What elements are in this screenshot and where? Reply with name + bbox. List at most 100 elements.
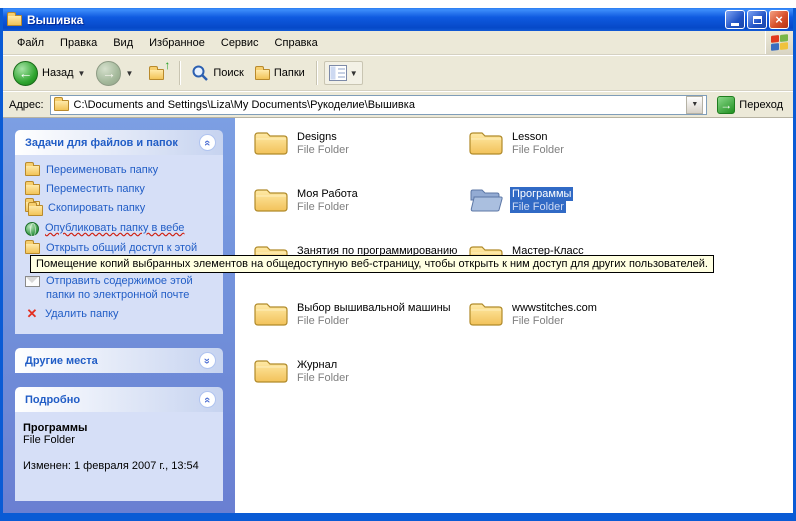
- task-link-copy[interactable]: Скопировать папку: [25, 201, 217, 216]
- other-places-title: Другие места: [25, 355, 98, 367]
- task-link-rename[interactable]: Переименовать папку: [25, 163, 217, 177]
- minimize-icon: [731, 23, 739, 26]
- folder-icon: [253, 356, 289, 386]
- maximize-button[interactable]: [747, 10, 767, 29]
- delete-icon: ✕: [25, 307, 39, 320]
- task-link-delete[interactable]: ✕ Удалить папку: [25, 307, 217, 321]
- up-folder-icon: ↑: [144, 62, 168, 84]
- toolbar-separator: [316, 61, 317, 85]
- copy-folder-icon: [25, 201, 42, 216]
- toolbar: ← Назад ▼ → ▼ ↑ Поиск Папки: [3, 55, 793, 91]
- chevron-down-icon: ▼: [691, 101, 698, 108]
- menu-item-favorites[interactable]: Избранное: [141, 34, 213, 52]
- forward-icon: →: [96, 61, 121, 86]
- menu-item-view[interactable]: Вид: [105, 34, 141, 52]
- file-item-vybor-mashiny[interactable]: Выбор вышивальной машиныFile Folder: [253, 299, 468, 356]
- files-area: DesignsFile Folder LessonFile Folder Моя…: [235, 118, 793, 513]
- collapse-button[interactable]: «: [199, 134, 216, 151]
- views-dropdown-icon[interactable]: ▼: [350, 69, 358, 78]
- details-item-type: File Folder: [23, 434, 215, 446]
- task-link-email[interactable]: Отправить содержимое этой папки по элект…: [25, 274, 217, 302]
- back-button[interactable]: ← Назад ▼: [9, 59, 89, 88]
- publish-web-icon: [25, 222, 39, 236]
- task-link-move[interactable]: Переместить папку: [25, 182, 217, 196]
- toolbar-separator: [179, 61, 180, 85]
- search-button[interactable]: Поиск: [187, 62, 247, 84]
- task-pane: Задачи для файлов и папок « Переименоват…: [3, 118, 235, 513]
- back-label: Назад: [42, 67, 74, 79]
- maximize-icon: [753, 16, 762, 24]
- menu-item-edit[interactable]: Правка: [52, 34, 105, 52]
- close-button[interactable]: ×: [769, 10, 789, 29]
- open-folder-selected-icon: [468, 185, 504, 215]
- chevron-down-icon: «: [202, 357, 214, 363]
- share-folder-icon: [25, 243, 40, 254]
- file-item-lesson[interactable]: LessonFile Folder: [468, 128, 683, 185]
- go-label: Переход: [739, 99, 783, 111]
- address-path: C:\Documents and Settings\Liza\My Docume…: [74, 99, 415, 111]
- chevron-up-icon: «: [202, 139, 214, 145]
- minimize-button[interactable]: [725, 10, 745, 29]
- folder-icon: [253, 185, 289, 215]
- move-folder-icon: [25, 184, 40, 195]
- chevron-up-icon: «: [202, 396, 214, 402]
- windows-logo-block: [765, 31, 793, 54]
- back-icon: ←: [13, 61, 38, 86]
- file-item-zhurnal[interactable]: ЖурналFile Folder: [253, 356, 468, 413]
- folder-icon: [253, 128, 289, 158]
- address-label: Адрес:: [9, 99, 44, 111]
- panel-details: Подробно « Программы File Folder Изменен…: [15, 387, 223, 501]
- address-input[interactable]: C:\Documents and Settings\Liza\My Docume…: [50, 95, 708, 115]
- task-link-publish-web[interactable]: Опубликовать папку в вебе: [25, 221, 217, 236]
- folders-button[interactable]: Папки: [251, 65, 309, 82]
- views-icon: [329, 65, 347, 81]
- menu-item-file[interactable]: Файл: [9, 34, 52, 52]
- panel-other-places: Другие места «: [15, 348, 223, 373]
- close-icon: ×: [775, 12, 783, 27]
- file-item-programmy[interactable]: ПрограммыFile Folder: [468, 185, 683, 242]
- folder-icon: [468, 299, 504, 329]
- go-button[interactable]: → Переход: [713, 96, 787, 114]
- panel-file-tasks: Задачи для файлов и папок « Переименоват…: [15, 130, 223, 334]
- collapse-button[interactable]: «: [199, 391, 216, 408]
- file-item-moya-rabota[interactable]: Моя РаботаFile Folder: [253, 185, 468, 242]
- forward-button[interactable]: → ▼: [92, 59, 137, 88]
- forward-dropdown-icon[interactable]: ▼: [125, 69, 133, 78]
- folder-icon: [468, 128, 504, 158]
- details-body: Программы File Folder Изменен: 1 февраля…: [15, 412, 223, 501]
- file-tasks-header[interactable]: Задачи для файлов и папок «: [15, 130, 223, 155]
- menubar: Файл Правка Вид Избранное Сервис Справка: [3, 31, 793, 55]
- folders-icon: [255, 69, 270, 80]
- file-item-wwwstitches[interactable]: wwwstitches.comFile Folder: [468, 299, 683, 356]
- menu-item-tools[interactable]: Сервис: [213, 34, 267, 52]
- details-item-name: Программы: [23, 422, 215, 434]
- details-item-modified: Изменен: 1 февраля 2007 г., 13:54: [23, 460, 215, 472]
- titlebar[interactable]: Вышивка ×: [3, 8, 793, 31]
- search-label: Поиск: [213, 67, 243, 79]
- go-icon: →: [717, 96, 735, 114]
- main-content: Задачи для файлов и папок « Переименоват…: [3, 118, 793, 513]
- file-tasks-title: Задачи для файлов и папок: [25, 137, 178, 149]
- folders-label: Папки: [274, 67, 305, 79]
- up-button[interactable]: ↑: [140, 60, 172, 86]
- search-icon: [191, 64, 209, 82]
- details-header[interactable]: Подробно «: [15, 387, 223, 412]
- window-folder-icon: [7, 15, 22, 26]
- other-places-header[interactable]: Другие места «: [15, 348, 223, 373]
- back-dropdown-icon[interactable]: ▼: [78, 69, 86, 78]
- publish-tooltip: Помещение копий выбранных элементов на о…: [30, 255, 714, 273]
- addressbar: Адрес: C:\Documents and Settings\Liza\My…: [3, 91, 793, 118]
- file-tasks-body: Переименовать папку Переместить папку Ск…: [15, 155, 223, 334]
- menu-item-help[interactable]: Справка: [267, 34, 326, 52]
- file-item-designs[interactable]: DesignsFile Folder: [253, 128, 468, 185]
- window-title: Вышивка: [27, 13, 725, 27]
- windows-logo-icon: [771, 34, 788, 51]
- folder-icon: [253, 299, 289, 329]
- email-icon: [25, 276, 40, 287]
- details-title: Подробно: [25, 394, 80, 406]
- views-button[interactable]: ▼: [324, 61, 363, 85]
- address-folder-icon: [54, 100, 69, 111]
- address-dropdown-button[interactable]: ▼: [686, 96, 703, 114]
- expand-button[interactable]: «: [199, 352, 216, 369]
- rename-folder-icon: [25, 165, 40, 176]
